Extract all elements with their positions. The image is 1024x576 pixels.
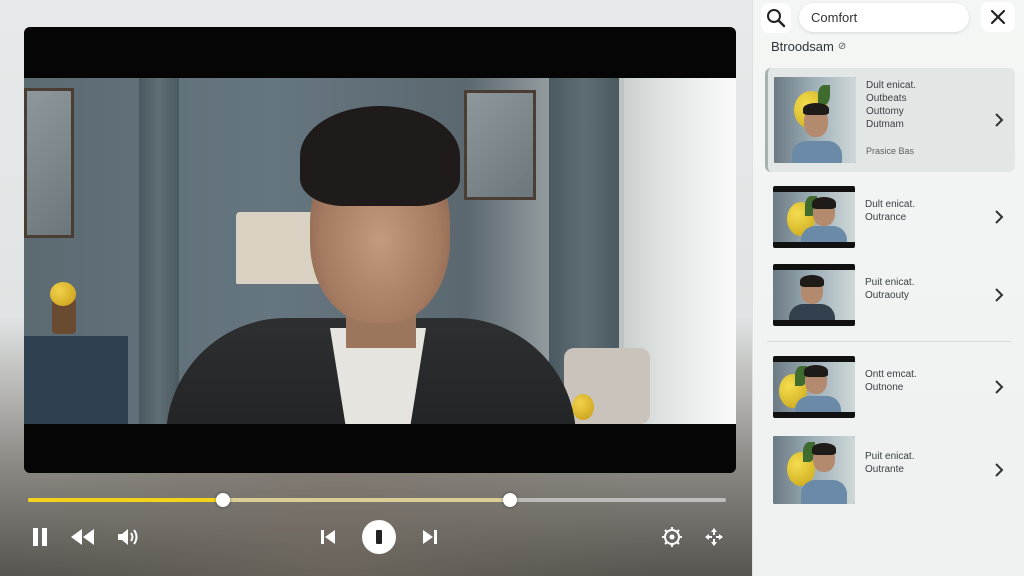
list-item[interactable]: Ontt emcat. Outnone [765, 356, 1015, 418]
chevron-right-icon [991, 379, 1007, 395]
progress-bar[interactable] [28, 493, 726, 507]
chevron-right-icon [991, 287, 1007, 303]
settings-button[interactable] [658, 522, 686, 552]
play-pause-button[interactable] [362, 520, 396, 554]
person-hair [300, 106, 460, 206]
play-pause-icon [376, 530, 382, 544]
chevron-right-icon [991, 462, 1007, 478]
item-thumbnail [773, 356, 855, 418]
section-title-text: Btroodsam [771, 39, 834, 54]
item-thumbnail [773, 264, 855, 326]
chevron-right-icon [991, 209, 1007, 225]
search-icon [767, 9, 786, 28]
rewind-icon [71, 529, 94, 545]
progress-buffer-knob[interactable] [502, 493, 517, 507]
rewind-button[interactable] [68, 522, 98, 552]
search-button[interactable] [761, 3, 791, 33]
curtain-left [139, 78, 179, 424]
chevron-right-icon [991, 112, 1007, 128]
item-thumbnail [773, 436, 855, 504]
item-thumbnail [774, 77, 856, 163]
close-icon [990, 9, 1006, 25]
list-divider [767, 341, 1011, 342]
pear-on-sofa [572, 394, 594, 420]
section-title: Btroodsam ⊘ [771, 39, 846, 54]
sidebar: Btroodsam ⊘ Dult enicat. Outbeats Outtom… [752, 0, 1024, 576]
skip-previous-button[interactable] [316, 522, 340, 552]
list-item[interactable]: Puit enicat. Outraouty [765, 264, 1015, 326]
volume-icon [118, 529, 138, 545]
search-input[interactable] [799, 3, 969, 32]
list-item[interactable]: Puit enicat. Outrante [765, 436, 1015, 504]
list-item[interactable]: Dult enicat. Outbeats Outtomy Dutmam Pra… [765, 68, 1015, 172]
skip-next-button[interactable] [418, 522, 442, 552]
progress-knob[interactable] [216, 493, 231, 507]
settings-icon [662, 527, 682, 547]
video-player [0, 0, 752, 576]
wall-picture-left [24, 88, 74, 238]
video-scene[interactable] [24, 78, 736, 424]
lamp [236, 212, 320, 284]
list-item[interactable]: Dult enicat. Outrance [765, 186, 1015, 248]
wall-picture-right [464, 90, 536, 200]
pause-button[interactable] [28, 522, 52, 552]
skip-previous-icon [321, 530, 335, 544]
item-thumbnail [773, 186, 855, 248]
video-frame[interactable] [24, 27, 736, 473]
skip-next-icon [423, 530, 437, 544]
item-subtitle: Prasice Bas [866, 146, 915, 156]
fullscreen-icon [705, 528, 723, 546]
close-button[interactable] [981, 2, 1015, 32]
fullscreen-button[interactable] [700, 522, 728, 552]
section-badge-icon: ⊘ [837, 41, 847, 52]
pause-icon [33, 528, 47, 546]
progress-played [28, 498, 224, 502]
cabinet [24, 336, 128, 424]
volume-button[interactable] [114, 522, 142, 552]
pear-decoration [50, 282, 76, 306]
